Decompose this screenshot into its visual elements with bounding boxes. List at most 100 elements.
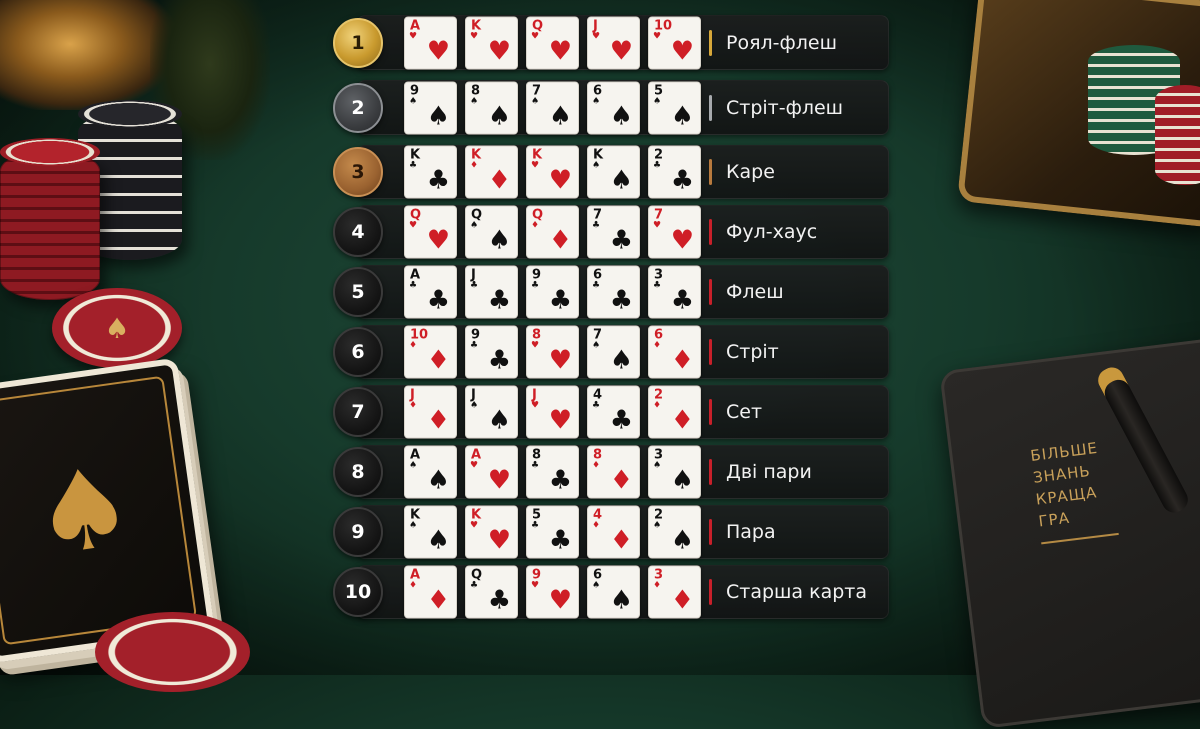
card-suit-icon: ♣ — [548, 465, 572, 496]
card-suit-icon: ♣ — [609, 285, 633, 316]
card-suit-icon: ♣ — [487, 585, 511, 616]
card-suit-small-icon: ♣ — [653, 280, 662, 291]
card-suit-small-icon: ♠ — [653, 520, 662, 531]
card-suit-small-icon: ♦ — [531, 220, 540, 231]
card-suit-small-icon: ♥ — [470, 31, 479, 41]
hand-name: Старша карта — [726, 581, 867, 603]
card-suit-small-icon: ♠ — [409, 460, 418, 471]
red-chip-stack-case — [1155, 85, 1200, 185]
hand-name: Фул-хаус — [726, 221, 818, 243]
playing-card: K ♥ ♥ — [465, 505, 518, 559]
card-suit-icon: ♣ — [548, 285, 572, 316]
card-suit-small-icon: ♥ — [531, 340, 540, 351]
card-suit-icon: ♥ — [426, 225, 450, 256]
rank-badge: 5 — [333, 267, 383, 317]
hand-ranking-list: 1 A ♥ ♥ K ♥ ♥ Q ♥ ♥ J ♥ ♥ 10 ♥ ♥ Роял-флеш 2 9 ♠ ♠ 8 ♠ ♠ 7 ♠ ♠ 6 ♠ ♠ 5… — [333, 14, 889, 624]
hand-name: Дві пари — [726, 461, 812, 483]
hand-name: Стріт-флеш — [726, 96, 844, 119]
playing-card: K ♦ ♦ — [465, 145, 518, 199]
card-suit-icon: ♠ — [609, 165, 633, 196]
card-group: A ♣ ♣ J ♣ ♣ 9 ♣ ♣ 6 ♣ ♣ 3 ♣ ♣ — [404, 265, 701, 319]
playing-card: A ♠ ♠ — [404, 445, 457, 499]
rank-badge: 4 — [333, 207, 383, 257]
card-suit-small-icon: ♠ — [592, 580, 601, 591]
card-suit-icon: ♥ — [548, 345, 572, 376]
card-suit-icon: ♥ — [548, 405, 572, 436]
card-suit-icon: ♦ — [609, 465, 633, 496]
card-suit-icon: ♠ — [426, 465, 450, 496]
playing-card: 8 ♦ ♦ — [587, 445, 640, 499]
card-suit-small-icon: ♥ — [409, 220, 418, 231]
rank-badge: 3 — [333, 147, 383, 197]
playing-card: 5 ♠ ♠ — [648, 81, 701, 134]
card-suit-icon: ♠ — [609, 585, 633, 616]
card-suit-icon: ♠ — [487, 405, 511, 436]
playing-card: 7 ♠ ♠ — [587, 325, 640, 379]
card-suit-icon: ♣ — [548, 525, 572, 556]
playing-card: 7 ♣ ♣ — [587, 205, 640, 259]
card-suit-icon: ♣ — [670, 285, 694, 316]
playing-card: J ♥ ♥ — [587, 16, 640, 69]
playing-card: Q ♦ ♦ — [526, 205, 579, 259]
card-suit-small-icon: ♠ — [409, 520, 418, 531]
rank-badge: 1 — [333, 17, 383, 68]
playing-card: K ♠ ♠ — [587, 145, 640, 199]
card-suit-icon: ♦ — [426, 405, 450, 436]
hand-row: 7 J ♦ ♦ J ♠ ♠ J ♥ ♥ 4 ♣ ♣ 2 ♦ ♦ Сет — [333, 384, 889, 440]
playing-card: 7 ♥ ♥ — [648, 205, 701, 259]
hand-name: Пара — [726, 521, 776, 543]
card-suit-icon: ♣ — [609, 225, 633, 256]
hand-name: Каре — [726, 161, 775, 183]
card-suit-icon: ♥ — [670, 225, 694, 256]
playing-card: 8 ♥ ♥ — [526, 325, 579, 379]
hand-name: Сет — [726, 401, 763, 423]
card-group: A ♠ ♠ A ♥ ♥ 8 ♣ ♣ 8 ♦ ♦ 3 ♠ ♠ — [404, 445, 701, 499]
card-suit-small-icon: ♠ — [653, 460, 662, 471]
card-suit-small-icon: ♥ — [653, 220, 662, 231]
playing-card: 6 ♦ ♦ — [648, 325, 701, 379]
hand-row: 2 9 ♠ ♠ 8 ♠ ♠ 7 ♠ ♠ 6 ♠ ♠ 5 ♠ ♠ Стріт-флеш — [333, 79, 889, 136]
card-suit-icon: ♠ — [487, 101, 511, 131]
card-suit-icon: ♣ — [670, 165, 694, 196]
card-suit-icon: ♠ — [426, 101, 450, 131]
playing-card: 2 ♠ ♠ — [648, 505, 701, 559]
playing-card: 8 ♣ ♣ — [526, 445, 579, 499]
playing-card: A ♦ ♦ — [404, 565, 457, 619]
card-suit-icon: ♣ — [487, 345, 511, 376]
notebook-text: БІЛЬШЕ ЗНАНЬ КРАЩА ГРА — [1029, 436, 1119, 545]
card-suit-small-icon: ♠ — [531, 96, 540, 106]
row-divider — [709, 29, 712, 56]
card-suit-icon: ♦ — [670, 585, 694, 616]
card-suit-icon: ♠ — [670, 101, 694, 131]
playing-card: 2 ♣ ♣ — [648, 145, 701, 199]
red-chip — [95, 612, 250, 692]
card-suit-small-icon: ♥ — [531, 580, 540, 591]
card-suit-small-icon: ♣ — [470, 280, 479, 291]
card-group: 10 ♦ ♦ 9 ♣ ♣ 8 ♥ ♥ 7 ♠ ♠ 6 ♦ ♦ — [404, 325, 701, 379]
playing-card: A ♥ ♥ — [404, 16, 457, 69]
card-suit-small-icon: ♣ — [531, 460, 540, 471]
playing-card: K ♠ ♠ — [404, 505, 457, 559]
playing-card: 8 ♠ ♠ — [465, 81, 518, 134]
spade-icon: ♠ — [25, 440, 142, 581]
card-suit-icon: ♦ — [426, 345, 450, 376]
playing-card: 10 ♦ ♦ — [404, 325, 457, 379]
playing-card: 4 ♦ ♦ — [587, 505, 640, 559]
playing-card: Q ♥ ♥ — [404, 205, 457, 259]
card-suit-small-icon: ♥ — [653, 31, 662, 41]
card-suit-icon: ♦ — [670, 405, 694, 436]
row-divider — [709, 459, 712, 485]
row-divider — [709, 339, 712, 365]
rank-badge: 2 — [333, 82, 383, 133]
card-suit-small-icon: ♥ — [531, 160, 540, 171]
card-suit-small-icon: ♠ — [653, 96, 662, 106]
playing-card: 9 ♣ ♣ — [526, 265, 579, 319]
card-suit-icon: ♥ — [426, 36, 450, 66]
card-suit-icon: ♠ — [670, 465, 694, 496]
playing-card: 9 ♥ ♥ — [526, 565, 579, 619]
card-suit-small-icon: ♣ — [409, 280, 418, 291]
card-suit-small-icon: ♣ — [409, 160, 418, 171]
card-suit-icon: ♦ — [609, 525, 633, 556]
spade-chip: ♠ — [52, 288, 182, 368]
card-group: K ♠ ♠ K ♥ ♥ 5 ♣ ♣ 4 ♦ ♦ 2 ♠ ♠ — [404, 505, 701, 559]
